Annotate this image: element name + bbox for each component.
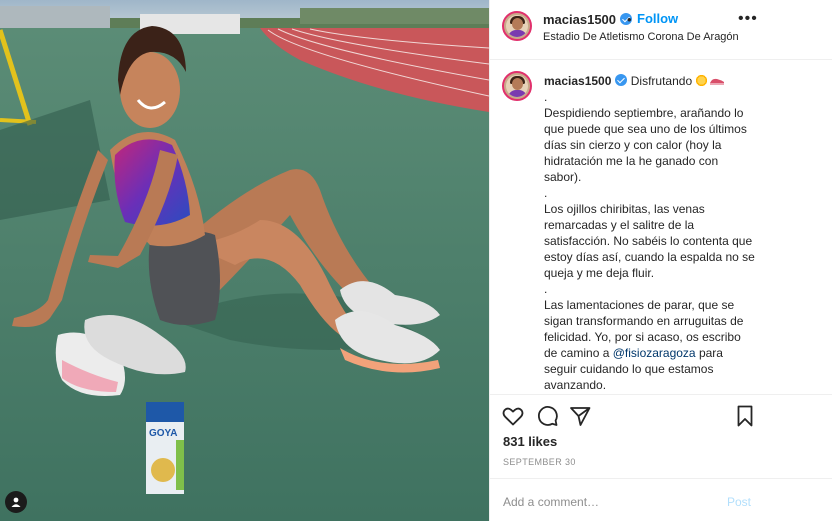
bookmark-icon — [737, 405, 753, 427]
mention-link[interactable]: @fisiozaragoza — [613, 346, 696, 360]
caption-line: hidratación me la he ganado con — [544, 154, 719, 168]
mention-suffix: para — [695, 346, 723, 360]
caption-line: satisfacción. No sabéis lo contenta que — [544, 234, 753, 248]
save-button[interactable] — [733, 404, 757, 428]
more-options-button[interactable]: ••• — [738, 11, 758, 27]
share-button[interactable] — [568, 404, 592, 428]
caption-first-text: Disfrutando — [630, 74, 693, 88]
comment-input[interactable] — [503, 495, 728, 509]
post-caption: macias1500 Disfrutando . Despidiendo sep… — [544, 73, 756, 393]
like-button[interactable] — [501, 404, 525, 428]
caption-avatar[interactable] — [502, 71, 532, 101]
caption-username[interactable]: macias1500 — [544, 74, 611, 88]
caption-line: . — [544, 90, 548, 104]
post-comment-button[interactable]: Post — [727, 495, 751, 509]
caption-line: que puede que sea uno de los últimos — [544, 122, 747, 136]
carton-brand: GOYA — [149, 428, 178, 439]
header-divider — [490, 59, 832, 60]
location-link[interactable]: Estadio De Atletismo Corona De Aragón — [543, 31, 739, 43]
caption-line: queja y me deja fluir. — [544, 266, 655, 280]
post-photo[interactable]: GOYA — [0, 0, 489, 521]
caption-line: Las lamentaciones de parar, que se — [544, 298, 735, 312]
likes-count[interactable]: 831 likes — [503, 434, 557, 449]
caption-line: Los ojillos chiribitas, las venas — [544, 202, 705, 216]
author-username[interactable]: macias1500 — [543, 12, 633, 27]
user-icon — [11, 497, 21, 507]
actions-divider — [490, 394, 832, 395]
tagged-people-button[interactable] — [5, 491, 27, 513]
caption-line: avanzando. — [544, 378, 607, 392]
running-shoe-emoji-icon — [710, 78, 725, 85]
action-bar — [490, 404, 832, 430]
follow-button[interactable]: Follow — [637, 11, 678, 26]
comment-button[interactable] — [535, 404, 559, 428]
caption-line: sigan transformando en arruguitas de — [544, 314, 744, 328]
caption-first-line: macias1500 Disfrutando — [544, 73, 756, 89]
mention-prefix: de camino a — [544, 346, 613, 360]
author-avatar[interactable] — [502, 11, 532, 41]
post-date[interactable]: SEPTEMBER 30 — [503, 457, 576, 467]
caption-line: Despidiendo septiembre, arañando lo — [544, 106, 744, 120]
photo-scene: GOYA — [0, 0, 489, 521]
paper-plane-icon — [570, 407, 591, 426]
comment-bubble-icon — [538, 406, 558, 426]
sun-emoji-icon — [695, 74, 709, 87]
caption-line: sabor). — [544, 170, 582, 184]
author-username-text[interactable]: macias1500 — [543, 12, 616, 27]
caption-line: felicidad. Yo, por si acaso, os escribo — [544, 330, 741, 344]
header-separator: • — [627, 12, 632, 27]
caption-mention-line: de camino a @fisiozaragoza para — [544, 345, 756, 361]
heart-icon — [502, 407, 524, 426]
caption-line: días sin cierzo y con calor (hoy la — [544, 138, 722, 152]
caption-line: estoy días así, cuando la espalda no se — [544, 250, 755, 264]
caption-line: remarcadas y el salitre de la — [544, 218, 695, 232]
post-sidebar: macias1500 • Follow Estadio De Atletismo… — [489, 0, 832, 521]
caption-line: . — [544, 282, 548, 296]
caption-line: seguir cuidando lo que estamos — [544, 362, 714, 376]
comment-divider — [490, 478, 832, 479]
caption-line: . — [544, 186, 548, 200]
verified-badge-icon — [615, 74, 628, 86]
